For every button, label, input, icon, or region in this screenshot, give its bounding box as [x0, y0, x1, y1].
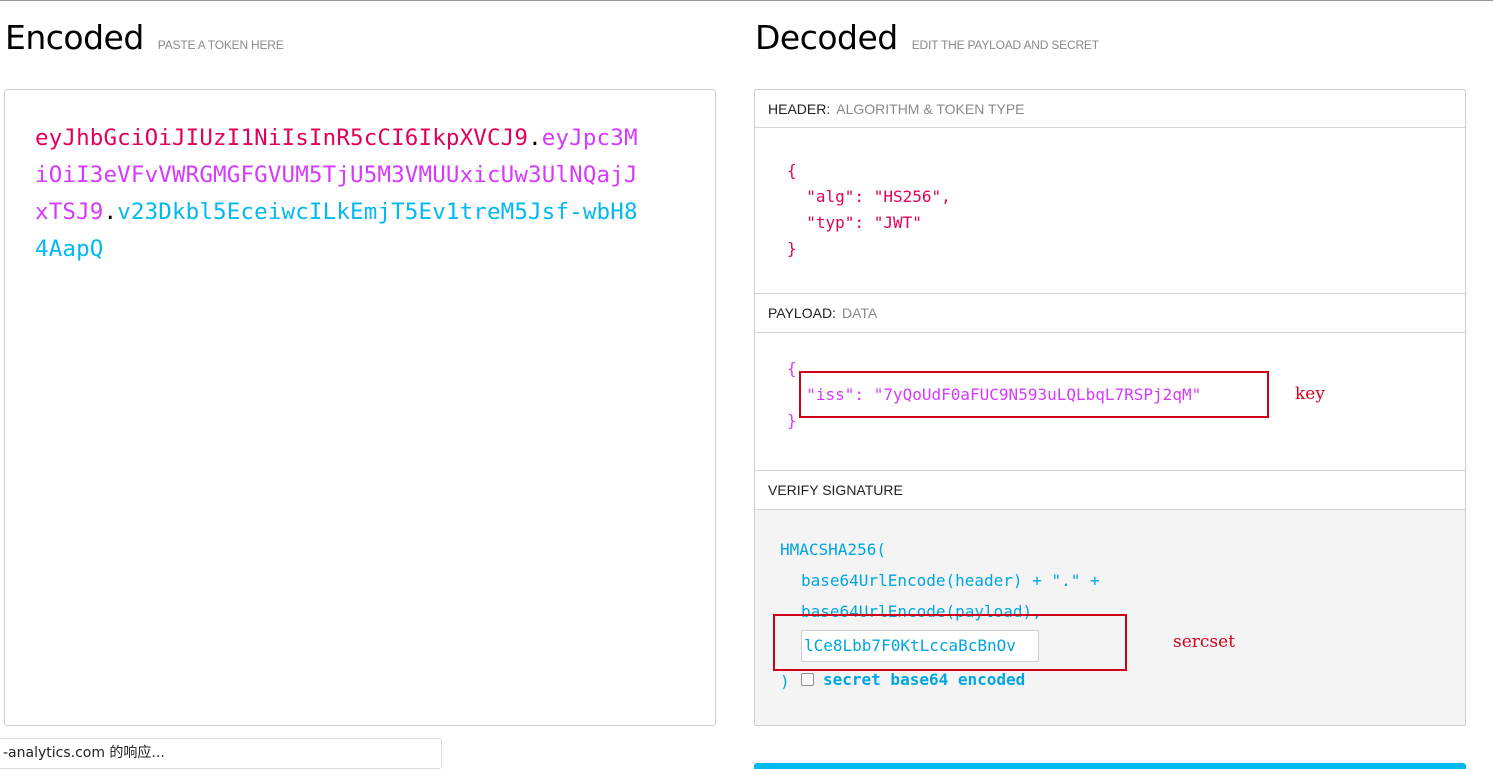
base64-option[interactable]: secret base64 encoded	[801, 670, 1025, 689]
header-section-title: HEADER: ALGORITHM & TOKEN TYPE	[755, 90, 1465, 128]
secret-annotation: sercset	[1173, 632, 1236, 652]
decoded-heading: Decoded EDIT THE PAYLOAD AND SECRET	[755, 18, 1099, 57]
hmac-line: HMACSHA256(	[780, 540, 886, 559]
base64-checkbox[interactable]	[801, 673, 814, 686]
header-encode-line: base64UrlEncode(header) + "." +	[801, 571, 1100, 590]
top-divider	[0, 0, 1493, 1]
encoded-title: Encoded	[5, 18, 144, 57]
encoded-subtitle: PASTE A TOKEN HERE	[157, 38, 284, 52]
token-dot: .	[103, 199, 118, 225]
payload-section-title: PAYLOAD: DATA	[755, 293, 1465, 333]
base64-label[interactable]: secret base64 encoded	[823, 670, 1025, 689]
token-header-part: eyJhbGciOiJIUzI1NiIsInR5cCI6IkpXVCJ9	[35, 125, 529, 151]
encoded-heading: Encoded PASTE A TOKEN HERE	[5, 18, 284, 57]
bottom-accent-bar	[754, 763, 1466, 769]
header-json-editor[interactable]: { "alg": "HS256", "typ": "JWT" }	[787, 158, 951, 262]
payload-label: PAYLOAD:	[768, 305, 836, 321]
payload-sublabel: DATA	[841, 305, 878, 321]
browser-status-bar: -analytics.com 的响应...	[0, 738, 442, 769]
token-dot: .	[528, 125, 542, 151]
decoded-subtitle: EDIT THE PAYLOAD AND SECRET	[911, 38, 1099, 52]
encoded-token-input[interactable]: eyJhbGciOiJIUzI1NiIsInR5cCI6IkpXVCJ9.eyJ…	[4, 89, 716, 726]
header-sublabel: ALGORITHM & TOKEN TYPE	[836, 101, 1025, 117]
secret-highlight-box	[773, 614, 1127, 671]
token-text[interactable]: eyJhbGciOiJIUzI1NiIsInR5cCI6IkpXVCJ9.eyJ…	[35, 120, 647, 268]
verify-section-title: VERIFY SIGNATURE	[755, 470, 1465, 510]
key-annotation: key	[1295, 384, 1325, 404]
token-signature-part: v23Dkbl5EceiwcILkEmjT5Ev1treM5Jsf-wbH84A…	[35, 199, 638, 262]
header-label: HEADER:	[768, 101, 831, 117]
key-highlight-box	[799, 371, 1269, 418]
decoded-title: Decoded	[755, 18, 898, 57]
verify-label: VERIFY SIGNATURE	[768, 482, 903, 498]
